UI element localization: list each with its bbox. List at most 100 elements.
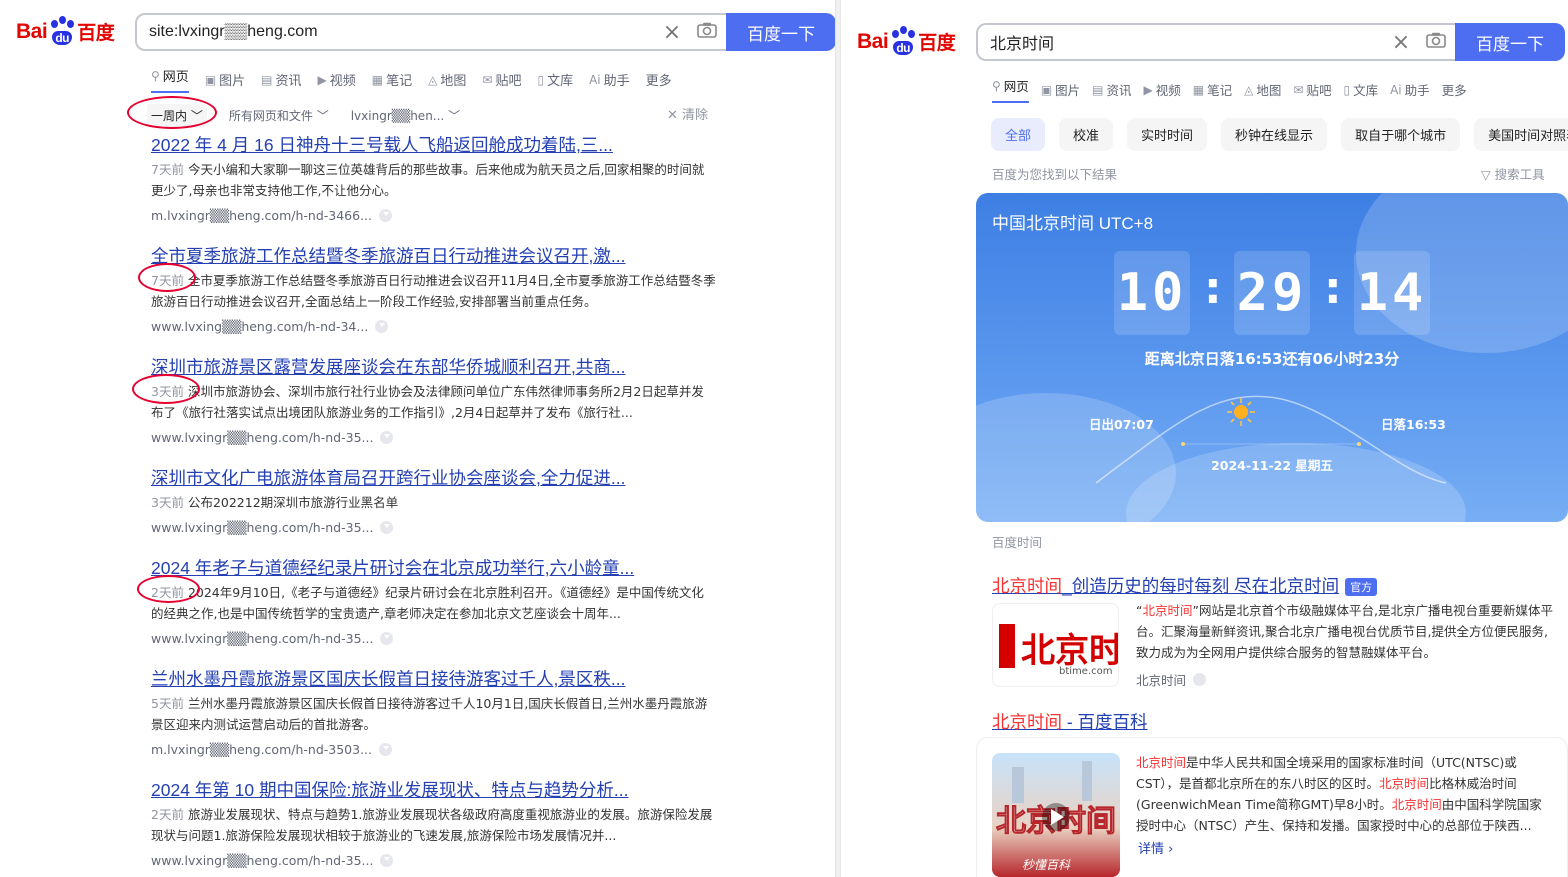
result-url[interactable]: www.lvxingr▒▒heng.com/h-nd-35... [151, 430, 716, 445]
tab-images[interactable]: ▣ 图片 [205, 66, 245, 93]
result-title-link[interactable]: 2024 年第 10 期中国保险:旅游业发展现状、特点与趋势分析... [151, 779, 716, 801]
news-icon: ▤ [261, 72, 273, 87]
result-title-link[interactable]: 全市夏季旅游工作总结暨冬季旅游百日行动推进会议召开,激... [151, 245, 716, 267]
clock-minutes: 29 [1234, 251, 1310, 335]
related-chips: 全部 校准 实时时间 秒钟在线显示 取自于哪个城市 美国时间对照表 [991, 118, 1568, 151]
tab-more[interactable]: 更多 [646, 66, 672, 93]
chip-calibrate[interactable]: 校准 [1059, 118, 1114, 151]
tab-map[interactable]: ◬ 地图 [428, 66, 466, 93]
btime-logo[interactable]: 北京时间 btime.com [992, 603, 1119, 687]
magnifier-icon: ⚲ [151, 68, 160, 83]
ai-icon: Ai [1390, 82, 1402, 97]
result-snippet: 7天前 全市夏季旅游工作总结暨冬季旅游百日行动推进会议召开11月4日,全市夏季旅游… [151, 273, 716, 309]
search-input[interactable]: site:lvxingr▒▒heng.com [137, 23, 657, 41]
details-link[interactable]: 详情 › [1138, 838, 1173, 857]
chip-realtime[interactable]: 实时时间 [1127, 118, 1208, 151]
tab-assistant[interactable]: Ai 助手 [589, 66, 630, 93]
clear-filter-button[interactable]: ✕ 清除 [667, 104, 708, 123]
result-item: 2024 年老子与道德经纪录片研讨会在北京成功举行,六小龄童... 2天前 202… [151, 557, 716, 646]
close-icon: ✕ [667, 108, 678, 123]
image-icon: ▣ [1040, 82, 1053, 97]
left-browser-pane: Bai du 百度 site:lvxingr▒▒heng.com × 百度一下 … [0, 0, 836, 877]
clear-icon[interactable]: × [1386, 30, 1416, 55]
result-site[interactable]: 北京时间 [1136, 670, 1207, 689]
svg-text:秒懂百科: 秒懂百科 [1022, 858, 1071, 872]
search-button[interactable]: 百度一下 [726, 13, 835, 51]
search-tabs: ⚲ 网页 ▣ 图片 ▤ 资讯 ▶ 视频 ▦ 笔记 ◬ 地图 ✉ 贴吧 ▯ 文库 Ai 助手 更多 [151, 66, 688, 93]
image-icon: ▣ [204, 72, 217, 87]
dropdown-icon[interactable] [380, 521, 394, 534]
result-item: 全市夏季旅游工作总结暨冬季旅游百日行动推进会议召开,激... 7天前 全市夏季旅游… [151, 245, 716, 334]
result-snippet: 2天前 旅游业发展现状、特点与趋势1.旅游业发展现状各级政府高度重视旅游业的发展。… [151, 807, 713, 843]
tab-wenku[interactable]: ▯ 文库 [537, 66, 573, 93]
result-title-link[interactable]: 深圳市旅游景区露营发展座谈会在东部华侨城顺利召开,共商... [151, 356, 716, 378]
svg-text:北京时间: 北京时间 [1021, 631, 1119, 671]
result-url[interactable]: www.lvxing▒▒heng.com/h-nd-34... [151, 319, 716, 334]
clock-seconds: 14 [1354, 251, 1430, 335]
result-title-link[interactable]: 北京时间 - 百度百科 [992, 709, 1148, 734]
search-input[interactable]: 北京时间 [978, 30, 1386, 54]
chip-us-time[interactable]: 美国时间对照表 [1474, 118, 1568, 151]
result-title-link[interactable]: 北京时间_创造历史的每时每刻 尽在北京时间 官方 [992, 573, 1378, 598]
result-title-link[interactable]: 2024 年老子与道德经纪录片研讨会在北京成功举行,六小龄童... [151, 557, 716, 579]
document-icon: ▯ [537, 72, 545, 87]
result-url[interactable]: www.lvxingr▒▒heng.com/h-nd-35... [151, 520, 716, 535]
tab-more[interactable]: 更多 [1442, 76, 1467, 103]
chip-seconds[interactable]: 秒钟在线显示 [1221, 118, 1328, 151]
search-box[interactable]: 北京时间 × [976, 23, 1456, 61]
result-snippet: 2天前 2024年9月10日,《老子与道德经》纪录片研讨会在北京胜利召开。《道德经… [151, 585, 704, 621]
dropdown-icon[interactable] [380, 632, 394, 645]
tab-tieba[interactable]: ✉ 贴吧 [1293, 76, 1331, 103]
dropdown-icon[interactable] [380, 854, 394, 867]
baidu-logo[interactable]: Bai du 百度 [857, 25, 956, 55]
baike-video-thumb[interactable]: 北京时间 秒懂百科 [992, 753, 1120, 877]
tab-images[interactable]: ▣ 图片 [1041, 76, 1080, 103]
dropdown-icon[interactable] [375, 320, 389, 333]
result-snippet: “北京时间”网站是北京首个市级融媒体平台,是北京广播电视台重要新媒体平台。汇聚海… [1136, 603, 1553, 660]
result-title-link[interactable]: 兰州水墨丹霞旅游景区国庆长假首日接待游客过千人,景区秩... [151, 668, 716, 690]
chip-all[interactable]: 全部 [991, 118, 1046, 151]
scope-filter[interactable]: 所有网页和文件 ﹀ [229, 107, 329, 124]
search-tools-button[interactable]: ▽ 搜索工具 [1481, 164, 1545, 183]
svg-text:btime.com: btime.com [1059, 666, 1112, 677]
ai-icon: Ai [589, 72, 601, 87]
dropdown-icon[interactable] [380, 431, 394, 444]
tab-assistant[interactable]: Ai 助手 [1390, 76, 1430, 103]
tab-notes[interactable]: ▦ 笔记 [1193, 76, 1232, 103]
sunrise-time: 日出07:07 [1089, 417, 1154, 432]
clear-icon[interactable]: × [657, 20, 687, 45]
tab-news[interactable]: ▤ 资讯 [1092, 76, 1131, 103]
tab-web[interactable]: ⚲ 网页 [151, 66, 189, 93]
clock-source: 百度时间 [992, 535, 1043, 550]
tab-news[interactable]: ▤ 资讯 [261, 66, 301, 93]
paw-icon: du [889, 25, 917, 55]
result-url[interactable]: m.lvxingr▒▒heng.com/h-nd-3466... [151, 208, 716, 223]
tab-video[interactable]: ▶ 视频 [318, 66, 356, 93]
sunset-countdown: 距离北京日落16:53还有06小时23分 [1144, 350, 1400, 368]
result-title-link[interactable]: 2022 年 4 月 16 日神舟十三号载人飞船返回舱成功着陆,三... [151, 134, 716, 156]
result-item: 2024 年第 10 期中国保险:旅游业发展现状、特点与趋势分析... 2天前旅… [151, 779, 716, 868]
dropdown-icon[interactable] [379, 743, 392, 756]
result-url[interactable]: www.lvxingr▒▒heng.com/h-nd-35... [151, 853, 716, 868]
site-filter[interactable]: lvxingr▒▒hen... ﹀ [351, 107, 460, 124]
tab-video[interactable]: ▶ 视频 [1144, 76, 1181, 103]
tab-web[interactable]: ⚲ 网页 [992, 76, 1029, 103]
tab-map[interactable]: ◬ 地图 [1244, 76, 1281, 103]
tab-notes[interactable]: ▦ 笔记 [372, 66, 412, 93]
camera-icon[interactable] [687, 22, 727, 42]
clock-hours: 10 [1114, 251, 1190, 335]
clock-date: 2024-11-22 星期五 [1211, 458, 1333, 473]
chip-city[interactable]: 取自于哪个城市 [1341, 118, 1461, 151]
search-box[interactable]: site:lvxingr▒▒heng.com × [135, 13, 727, 51]
baidu-logo[interactable]: Bai du 百度 [16, 15, 115, 45]
tab-wenku[interactable]: ▯ 文库 [1343, 76, 1378, 103]
camera-icon[interactable] [1416, 32, 1456, 52]
result-title-link[interactable]: 深圳市文化广电旅游体育局召开跨行业协会座谈会,全力促进... [151, 467, 716, 489]
dropdown-icon[interactable] [379, 209, 392, 222]
search-button[interactable]: 百度一下 [1455, 23, 1565, 61]
tab-tieba[interactable]: ✉ 贴吧 [482, 66, 521, 93]
result-url[interactable]: www.lvxingr▒▒heng.com/h-nd-35... [151, 631, 716, 646]
dropdown-icon[interactable] [1193, 673, 1207, 686]
result-url[interactable]: m.lvxingr▒▒heng.com/h-nd-3503... [151, 742, 716, 757]
time-filter[interactable]: 一周内 ﹀ [147, 104, 207, 127]
